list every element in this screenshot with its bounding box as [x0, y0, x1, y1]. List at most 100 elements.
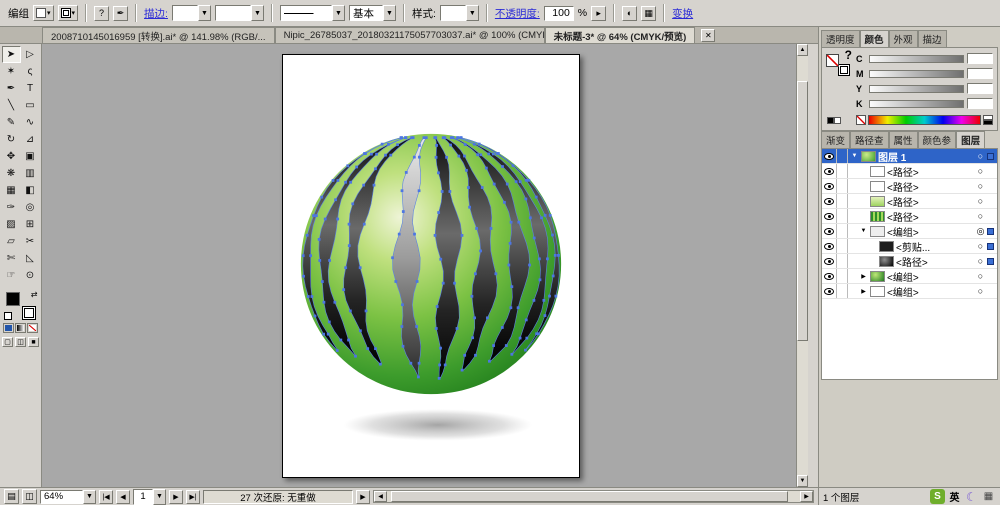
visibility-toggle[interactable]	[822, 209, 837, 223]
swap-fill-stroke-icon[interactable]: ⇄	[31, 290, 38, 299]
stroke-color-swatch[interactable]: ▾	[58, 5, 79, 21]
recolor-artwork-icon[interactable]: ◐	[622, 6, 637, 21]
layer-row[interactable]: ▶<编组>○	[822, 269, 997, 284]
live-paint-bucket-tool-icon[interactable]: ▨	[2, 216, 21, 233]
target-circle-icon[interactable]: ○	[974, 241, 987, 251]
layer-row[interactable]: ▼<编组>◎	[822, 224, 997, 239]
screen-mode-full-icon[interactable]: ◫	[15, 337, 26, 347]
lock-column[interactable]	[837, 194, 848, 208]
lock-column[interactable]	[837, 179, 848, 193]
visibility-toggle[interactable]	[822, 239, 837, 253]
rectangle-tool-icon[interactable]: ▭	[21, 97, 40, 114]
layer-row[interactable]: <路径>○	[822, 194, 997, 209]
expand-icon[interactable]: ▶	[859, 288, 868, 295]
vertical-scroll-thumb[interactable]	[797, 81, 808, 341]
doc-tab[interactable]: Nipic_26785037_20180321175057703037.ai* …	[275, 27, 545, 43]
channel-value-input[interactable]	[967, 68, 993, 79]
stroke-weight-combo[interactable]: ▼	[172, 5, 211, 21]
panel-tab[interactable]: 图层	[956, 131, 985, 148]
crop-area-tool-icon[interactable]: ▱	[2, 233, 21, 250]
panel-tab[interactable]: 颜色参	[918, 131, 957, 148]
panel-tab[interactable]: 颜色	[860, 30, 889, 47]
target-circle-icon[interactable]: ○	[974, 271, 987, 281]
layer-row[interactable]: ▶<编组>○	[822, 284, 997, 299]
status-menu-icon[interactable]: ▶	[356, 490, 370, 504]
scissors-tool-icon[interactable]: ✄	[2, 250, 21, 267]
gradient-mode-button[interactable]	[15, 323, 26, 333]
visibility-toggle[interactable]	[822, 164, 837, 178]
none-swatch[interactable]	[856, 115, 866, 125]
stroke-panel-link[interactable]: 描边:	[144, 6, 168, 21]
visibility-toggle[interactable]	[822, 179, 837, 193]
last-artboard-icon[interactable]: ▶|	[186, 490, 200, 504]
selection-tool-icon[interactable]: ➤	[2, 46, 21, 63]
chevron-down-icon[interactable]: ▼	[383, 5, 396, 21]
no-style-pen-icon[interactable]: ✒	[113, 6, 128, 21]
visibility-toggle[interactable]	[822, 269, 837, 283]
graph-tool-icon[interactable]: ▥	[21, 165, 40, 182]
horizontal-scroll-thumb[interactable]	[391, 491, 787, 502]
stroke-proxy[interactable]	[838, 64, 850, 76]
direct-selection-tool-icon[interactable]: ▷	[21, 46, 40, 63]
opacity-stepper[interactable]: ▸	[591, 6, 606, 21]
moon-tray-icon[interactable]: ☾	[964, 489, 979, 504]
none-mode-button[interactable]	[27, 323, 38, 333]
language-tray-icon[interactable]: 英	[947, 489, 962, 504]
panel-tab[interactable]: 透明度	[821, 30, 860, 47]
target-circle-icon[interactable]: ◎	[974, 226, 987, 237]
target-circle-icon[interactable]: ○	[974, 181, 987, 191]
fill-color-swatch[interactable]: ▾	[33, 5, 54, 21]
visibility-toggle[interactable]	[822, 224, 837, 238]
target-circle-icon[interactable]: ○	[974, 211, 987, 221]
color-mode-button[interactable]	[3, 323, 14, 333]
pen-tool-icon[interactable]: ✒	[2, 80, 21, 97]
layer-row[interactable]: <路径>○	[822, 254, 997, 269]
scroll-up-icon[interactable]: ▲	[797, 44, 808, 56]
free-transform-tool-icon[interactable]: ▣	[21, 148, 40, 165]
target-circle-icon[interactable]: ○	[974, 286, 987, 296]
close-icon[interactable]: ✕	[701, 29, 715, 42]
chevron-down-icon[interactable]: ▼	[198, 5, 211, 21]
target-circle-icon[interactable]: ○	[974, 196, 987, 206]
canvas-area[interactable]: ▲ ▼	[42, 44, 808, 487]
visibility-toggle[interactable]	[822, 254, 837, 268]
visibility-toggle[interactable]	[822, 149, 837, 163]
selection-square[interactable]	[987, 243, 994, 250]
scale-tool-icon[interactable]: ⊿	[21, 131, 40, 148]
doc-tab[interactable]: 未标题-3* @ 64% (CMYK/预览)	[545, 27, 696, 43]
type-tool-icon[interactable]: T	[21, 80, 40, 97]
eyedropper-tool-icon[interactable]: ✑	[2, 199, 21, 216]
selection-square[interactable]	[987, 228, 994, 235]
scroll-right-icon[interactable]: ▶	[800, 491, 813, 502]
black-ramp-swatch[interactable]	[983, 120, 993, 125]
hand-tool-icon[interactable]: ☞	[2, 267, 21, 284]
collapse-icon[interactable]: ▼	[859, 228, 868, 234]
keyboard-tray-icon[interactable]: ▦	[981, 489, 996, 504]
panel-tab[interactable]: 外观	[889, 30, 918, 47]
chevron-down-icon[interactable]: ▼	[466, 5, 479, 21]
brush-combo[interactable]: 基本▼	[349, 5, 396, 21]
layer-row[interactable]: <剪贴...○	[822, 239, 997, 254]
eraser-tool-icon[interactable]: ◺	[21, 250, 40, 267]
channel-value-input[interactable]	[967, 53, 993, 64]
black-swatch[interactable]	[827, 117, 834, 124]
lock-column[interactable]	[837, 164, 848, 178]
prev-artboard-icon[interactable]: ◀	[116, 490, 130, 504]
artboard-number-combo[interactable]: 1▼	[133, 489, 166, 505]
scroll-down-icon[interactable]: ▼	[797, 475, 808, 487]
symbol-sprayer-tool-icon[interactable]: ❋	[2, 165, 21, 182]
style-combo[interactable]: ▼	[440, 5, 479, 21]
lock-column[interactable]	[837, 284, 848, 298]
rotate-tool-icon[interactable]: ↻	[2, 131, 21, 148]
target-circle-icon[interactable]: ○	[974, 166, 987, 176]
blend-tool-icon[interactable]: ◎	[21, 199, 40, 216]
vertical-scrollbar[interactable]: ▲ ▼	[796, 44, 808, 487]
chevron-down-icon[interactable]: ▼	[153, 489, 166, 505]
sogou-tray-icon[interactable]: S	[930, 489, 945, 504]
lock-column[interactable]	[837, 239, 848, 253]
panel-tab[interactable]: 渐变	[821, 131, 850, 148]
brush-preview-combo[interactable]: ———▼	[280, 5, 345, 21]
chevron-down-icon[interactable]: ▼	[332, 5, 345, 21]
transform-panel-link[interactable]: 变换	[672, 6, 693, 21]
magic-wand-tool-icon[interactable]: ✶	[2, 63, 21, 80]
